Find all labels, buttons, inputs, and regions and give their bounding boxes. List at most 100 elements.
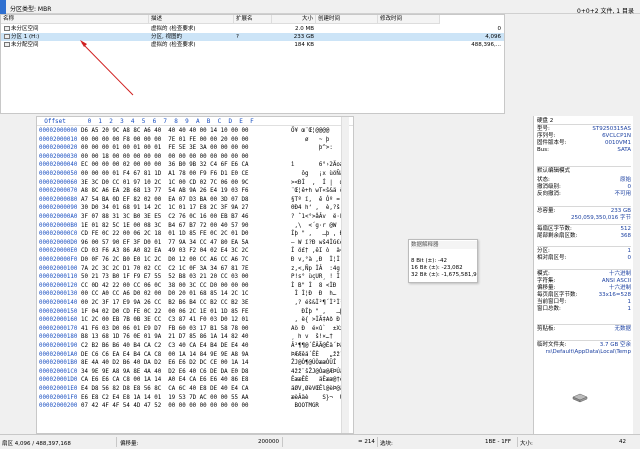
hex-editor[interactable]: Offset 0 1 2 3 4 5 6 7 8 9 A B C D E F 0… — [36, 116, 354, 434]
hex-row[interactable]: 00002000200 07 42 4F 4F 54 4D 47 52 00 00… — [37, 402, 353, 411]
hex-row[interactable]: 000020001D0 CA E6 E6 CA C8 00 1A 14 A0 E4… — [37, 376, 353, 385]
hex-vertical-scrollbar[interactable] — [341, 117, 349, 433]
hex-bytes[interactable]: A7 54 BA 0D EF 82 02 00 EA 07 D3 BA 00 3… — [81, 196, 249, 205]
hex-bytes[interactable]: DE C6 C6 EA E4 B4 CA C8 00 1A 14 84 9E 9… — [81, 351, 249, 360]
hex-row[interactable]: 000020000B0 1E 01 82 5C 1E 00 08 3C B4 67… — [37, 222, 353, 231]
hex-bytes[interactable]: D0 0F 76 2C B0 E0 1C 2C D0 12 00 CC A6 C… — [81, 256, 249, 265]
hex-ascii[interactable]: ÊææÊÈ äÊææ@†è — [291, 376, 343, 385]
hex-bytes[interactable]: 00 00 00 00 F8 00 00 00 7E 01 FE 00 00 2… — [81, 136, 249, 145]
hex-ascii[interactable]: Ð v,°à ,Ð Ì¦Ì¦| — [291, 256, 347, 265]
hex-bytes[interactable]: 50 21 73 B0 1F F9 E7 55 52 B8 03 21 20 C… — [81, 273, 249, 282]
hex-bytes[interactable]: 34 9E 9E A8 9A 8E 4A 40 D2 E6 40 C6 DE D… — [81, 368, 249, 377]
partition-list[interactable]: 名称 描述 扩展名 大小 创建时间 修改时间 未分区空间 虚拟的 (检查要求) 2.… — [0, 14, 505, 114]
table-row[interactable]: 未分配空间 虚拟的 (检查要求) 184 KB 488,396,... — [1, 41, 504, 49]
hex-bytes[interactable]: 96 00 57 90 EF 3F D0 01 77 9A 34 CC 47 8… — [81, 239, 249, 248]
hex-row[interactable]: 000020000C0 CD FE 0C 22 00 06 2C 18 01 1D… — [37, 230, 353, 239]
hex-ascii[interactable]: ¨Œ¦ê+h wT«š&ä ö — [291, 187, 343, 196]
hex-ascii[interactable]: – W ï?Ð wš4ÌG€êZ — [291, 239, 347, 248]
hex-ascii[interactable]: Â²¶¶@´ÊÂÃ@Êä´Þä@ — [291, 342, 347, 351]
hex-bytes[interactable]: A8 8C A6 EA 2B 68 13 77 54 AB 9A 26 E4 1… — [81, 187, 249, 196]
hex-bytes[interactable]: 1C 2C 00 EB 7B 0B 3E CC C3 87 41 F0 03 D… — [81, 316, 249, 325]
hex-bytes[interactable]: CA E6 E6 CA C8 00 1A 14 A0 E4 CA E6 E6 4… — [81, 376, 249, 385]
hex-row[interactable]: 00002000100 7A 2C 3C 2C D1 70 02 CC C2 1C… — [37, 265, 353, 274]
hex-ascii[interactable]: Ì Ì¦Ð Ð h… , — [291, 290, 343, 299]
hex-ascii[interactable]: äØV‚ØèVŒÊl@èÞ@äÊ — [291, 385, 347, 394]
hex-row[interactable]: 00002000150 1F 04 02 D0 CD FE 0C 22 00 06… — [37, 308, 353, 317]
hex-ascii[interactable]: ‚\ <´g·r @W — [291, 222, 336, 231]
col-header-name[interactable]: 名称 — [1, 15, 149, 24]
hex-row[interactable]: 00002000120 CC 0D 42 22 00 CC 06 0C 38 00… — [37, 282, 353, 291]
hex-ascii[interactable]: ÐÍþ " , …þ — [291, 308, 343, 317]
hex-ascii[interactable]: þ^>: — [291, 144, 333, 153]
hex-bytes[interactable]: 1E 01 82 5C 1E 00 08 3C B4 67 B7 72 00 4… — [81, 222, 249, 231]
hex-bytes[interactable]: CD 03 F6 A3 86 A0 82 EA 49 03 F2 04 02 E… — [81, 247, 249, 256]
hex-bytes[interactable]: EC 00 00 00 02 00 00 00 36 B0 9B 32 C4 6… — [81, 161, 249, 170]
hex-ascii[interactable]: P!s° ùçUR¸ ! Ì — [291, 273, 340, 282]
hex-bytes[interactable]: 00 00 00 01 F4 67 81 1D A1 78 00 F9 F6 D… — [81, 170, 249, 179]
hex-bytes[interactable]: 00 2C 3F 17 E9 9A 26 CC B2 B6 B4 CC B2 C… — [81, 299, 249, 308]
hex-row[interactable]: 00002000160 1C 2C 00 EB 7B 0B 3E CC C3 87… — [37, 316, 353, 325]
hex-ascii[interactable]: ? ˆ1<°>åÂv ë·F — [291, 213, 343, 222]
hex-row[interactable]: 000020001F0 E6 E8 C2 E4 E8 1A 14 01 19 53… — [37, 394, 353, 403]
table-row[interactable]: 分区 1 (H:) 分区, 视图的? 233 GB 4,096 — [1, 33, 504, 41]
hex-row[interactable]: 00002000170 41 F6 03 D0 06 01 E9 D7 FB 60… — [37, 325, 353, 334]
hex-bytes[interactable]: E4 D8 56 82 D8 E8 56 8C CA 6C 40 E8 DE 4… — [81, 385, 249, 394]
hex-ascii[interactable]: ŽJ@Ò¶@ÚÒææÒÜÎ — [291, 359, 336, 368]
hex-bytes[interactable]: 3F 07 88 31 3C B0 3E E5 C2 76 0C 16 00 E… — [81, 213, 249, 222]
hex-bytes[interactable]: 00 CC A0 CC A6 D0 02 00 D0 20 01 68 85 1… — [81, 290, 249, 299]
hex-ascii[interactable]: 0Ð4 h‘ , è,?š' — [291, 204, 343, 213]
col-header-modified[interactable]: 修改时间 — [378, 15, 440, 24]
hex-row[interactable]: 000020000D0 96 00 57 90 EF 3F D0 01 77 9A… — [37, 239, 353, 248]
hex-bytes[interactable]: D6 A5 20 9C A8 8C A6 40 40 40 40 00 14 1… — [81, 127, 249, 136]
hex-ascii[interactable]: ø ~ þ — [291, 136, 329, 145]
hex-row[interactable]: 00002000020 00 00 00 01 00 01 00 01 FE 5E… — [37, 144, 353, 153]
table-row[interactable]: 未分区空间 虚拟的 (检查要求) 2.0 MB 0 — [1, 25, 504, 33]
hex-bytes[interactable]: B8 13 68 1D 76 0E 01 9A 21 D7 85 86 1A 1… — [81, 333, 249, 342]
hex-bytes[interactable]: 1F 04 02 D0 CD FE 0C 22 00 06 2C 1E 01 1… — [81, 308, 249, 317]
hex-ascii[interactable]: BOOTMGR — [291, 402, 318, 411]
hex-bytes[interactable]: CC 0D 42 22 00 CC 06 0C 38 00 3C CC D0 0… — [81, 282, 249, 291]
hex-row[interactable]: 00002000040 EC 00 00 00 02 00 00 00 36 B0… — [37, 161, 353, 170]
hex-ascii[interactable]: Íþ " , …þ , Ð — [291, 230, 343, 239]
col-header-size[interactable]: 大小 — [272, 15, 316, 24]
hex-ascii[interactable]: Ö¥ œ¨Œ¦@@@@ — [291, 127, 329, 136]
hex-row[interactable]: 000020000A0 3F 07 88 31 3C B0 3E E5 C2 76… — [37, 213, 353, 222]
hex-ascii[interactable]: æèÂäè S}¬ Uª — [291, 394, 347, 403]
data-interpreter-panel[interactable]: 数据解释器 8 Bit (±): -42 16 Bit (±): -23,082… — [408, 239, 478, 283]
hex-bytes[interactable]: 07 42 4F 4F 54 4D 47 52 00 00 00 00 00 0… — [81, 402, 249, 411]
hex-bytes[interactable]: 41 F6 03 D0 06 01 E9 D7 FB 60 03 17 B1 5… — [81, 325, 249, 334]
hex-row[interactable]: 00002000190 C2 B2 B6 B6 40 B4 CA C2 C3 40… — [37, 342, 353, 351]
hex-bytes[interactable]: 00 00 18 00 00 00 00 00 00 00 00 00 00 0… — [81, 153, 249, 162]
hex-ascii[interactable]: Aö Ð é×û` ±Xx — [291, 325, 343, 334]
hex-row[interactable]: 00002000080 A7 54 BA 0D EF 82 02 00 EA 07… — [37, 196, 353, 205]
hex-bytes[interactable]: 8E 4A 40 D2 B6 40 DA D2 E6 E6 D2 DC CE 0… — [81, 359, 249, 368]
hex-row[interactable]: 000020001B0 8E 4A 40 D2 B6 40 DA D2 E6 E6… — [37, 359, 353, 368]
hex-bytes[interactable]: CD FE 0C 22 00 06 2C 18 01 1D 85 FE 0C 2… — [81, 230, 249, 239]
hex-bytes[interactable]: 7A 2C 3C 2C D1 70 02 CC C2 1C 0F 3A 34 6… — [81, 265, 249, 274]
hex-ascii[interactable]: ôg ¡x ùöÑàÎ — [291, 170, 346, 179]
hex-row[interactable]: 00002000180 B8 13 68 1D 76 0E 01 9A 21 D7… — [37, 333, 353, 342]
hex-ascii[interactable]: ÞÆÆêä´ÊÈ „žž¨š — [291, 351, 347, 360]
hex-row[interactable]: 00002000070 A8 8C A6 EA 2B 68 13 77 54 AB… — [37, 187, 353, 196]
hex-row[interactable]: 000020000E0 CD 03 F6 A3 86 A0 82 EA 49 03… — [37, 247, 353, 256]
hex-ascii[interactable]: 4žž¨šŽJ@Òæ@ÆÞÚàØ — [291, 368, 347, 377]
hex-row[interactable]: 00002000010 00 00 00 00 F8 00 00 00 7E 01… — [37, 136, 353, 145]
hex-bytes[interactable]: 00 00 00 01 00 01 00 01 FE 5E 3E 3A 00 0… — [81, 144, 249, 153]
hex-row[interactable]: 00002000110 50 21 73 B0 1F F9 E7 55 52 B8… — [37, 273, 353, 282]
hex-ascii[interactable]: Ì B" Ì 8 <ÌÐ — [291, 282, 336, 291]
hex-ascii[interactable]: ,? éš&Ì²¶´Ì²Ì²> — [291, 299, 346, 308]
hex-row[interactable]: 000020001E0 E4 D8 56 82 D8 E8 56 8C CA 6C… — [37, 385, 353, 394]
hex-bytes[interactable]: 3E 3C D0 CC 01 97 10 2C 1C 00 CD 02 7C 0… — [81, 179, 249, 188]
hex-ascii[interactable]: ¸ h v š!×…† ‚@ — [291, 333, 347, 342]
col-header-ext[interactable]: 扩展名 — [234, 15, 272, 24]
hex-row[interactable]: 000020000F0 D0 0F 76 2C B0 E0 1C 2C D0 12… — [37, 256, 353, 265]
hex-bytes[interactable]: 30 D0 34 01 68 91 14 2C 1C 01 17 E8 2C 3… — [81, 204, 249, 213]
hex-row[interactable]: 000020001A0 DE C6 C6 EA E4 B4 CA C8 00 1A… — [37, 351, 353, 360]
col-header-created[interactable]: 创建时间 — [316, 15, 378, 24]
hex-bytes[interactable]: C2 B2 B6 B6 40 B4 CA C2 C3 40 CA E4 B4 D… — [81, 342, 249, 351]
hex-ascii[interactable]: Í ö£† ‚êI ò ä<, — [291, 247, 347, 256]
hex-ascii[interactable]: §Tº ï‚ ê Óº = Ø — [291, 196, 347, 205]
hex-row[interactable]: 00002000000 D6 A5 20 9C A8 8C A6 40 40 40… — [37, 127, 353, 136]
hex-row[interactable]: 00002000060 3E 3C D0 CC 01 97 10 2C 1C 00… — [37, 179, 353, 188]
hex-row[interactable]: 00002000130 00 CC A0 CC A6 D0 02 00 D0 20… — [37, 290, 353, 299]
